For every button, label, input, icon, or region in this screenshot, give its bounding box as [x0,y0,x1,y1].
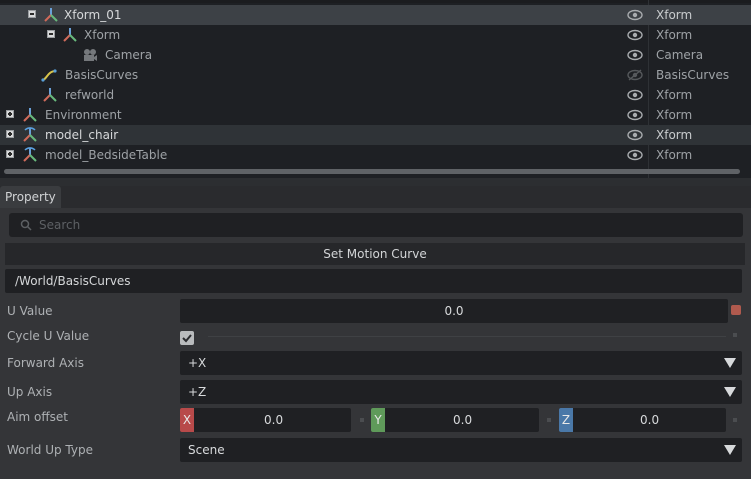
tree-row-label: Environment [45,108,122,122]
tree-row-model-bedsidetable[interactable]: model_BedsideTable Xform [0,145,751,165]
tree-row-type: BasisCurves [656,68,730,82]
tree-row-model-chair[interactable]: model_chair Xform [0,125,751,145]
tree-row-camera[interactable]: Camera Camera [0,45,751,65]
expand-toggle[interactable] [6,150,14,158]
aim-offset-x-field[interactable]: X 0.0 [180,408,351,432]
visibility-eye-icon[interactable] [627,129,643,141]
u-value-field[interactable]: 0.0 [180,299,728,323]
visibility-eye-icon[interactable] [627,29,643,41]
world-up-type-dropdown[interactable]: Scene [180,438,742,462]
visibility-eye-icon[interactable] [627,109,643,121]
tree-row-xform[interactable]: Xform Xform [0,25,751,45]
aim-offset-label: Aim offset [7,410,68,424]
tree-row-label: refworld [65,88,115,102]
forward-axis-dropdown[interactable]: +X [180,351,742,375]
tab-property[interactable]: Property [0,186,61,208]
expand-toggle[interactable] [6,110,14,118]
forward-axis-label: Forward Axis [7,356,84,370]
checkmark-icon [182,334,192,343]
tree-row-type: Xform [656,128,693,142]
dropdown-arrow-icon [724,387,736,397]
xform-icon [44,8,58,22]
tree-row-basiscurves[interactable]: BasisCurves BasisCurves [0,65,751,85]
up-axis-value: +Z [188,385,207,399]
collapse-toggle[interactable] [28,10,36,18]
expand-toggle[interactable] [6,130,14,138]
handle-icon [733,333,737,337]
xform-icon [63,28,77,42]
up-axis-label: Up Axis [7,385,53,399]
u-value-label: U Value [7,304,53,318]
tree-row-type: Xform [656,88,693,102]
tree-row-refworld[interactable]: refworld Xform [0,85,751,105]
field-separator [547,418,551,422]
aim-offset-y-value: 0.0 [453,413,473,427]
visibility-eye-icon[interactable] [627,89,643,101]
reference-xform-icon [23,147,37,162]
tree-row-label: Xform_01 [64,8,122,22]
tree-row-label: model_chair [45,128,119,142]
search-placeholder: Search [39,218,81,232]
camera-icon [84,49,97,61]
tree-row-type: Xform [656,108,693,122]
horizontal-scrollbar[interactable] [4,169,740,174]
tree-row-label: BasisCurves [65,68,139,82]
field-separator [733,418,737,422]
cycle-u-value-label: Cycle U Value [7,329,90,343]
aim-offset-z-value: 0.0 [640,413,660,427]
curve-icon [41,69,57,82]
tree-row-type: Xform [656,148,693,162]
tree-row-type: Xform [656,8,693,22]
search-icon [20,219,32,231]
world-up-type-label: World Up Type [7,443,93,457]
dropdown-arrow-icon [724,358,736,368]
z-axis-tag: Z [559,408,573,432]
xform-icon [43,88,57,102]
aim-offset-x-value: 0.0 [264,413,284,427]
clipped-row [0,0,751,3]
tree-row-label: Xform [84,28,121,42]
field-separator [360,418,364,422]
cycle-u-value-checkbox[interactable] [180,331,194,345]
forward-axis-value: +X [188,356,207,370]
prim-path-field[interactable]: /World/BasisCurves [5,269,742,293]
aim-offset-z-field[interactable]: Z 0.0 [559,408,726,432]
x-axis-tag: X [180,408,194,432]
tree-row-environment[interactable]: Environment Xform [0,105,751,125]
visibility-eye-icon[interactable] [627,49,643,61]
tree-row-type: Xform [656,28,693,42]
world-up-type-value: Scene [188,443,225,457]
visibility-hidden-icon[interactable] [627,69,643,81]
tree-row-type: Camera [656,48,704,62]
tree-row-xform-01[interactable]: Xform_01 Xform [0,5,751,25]
collapse-toggle[interactable] [47,30,55,38]
reference-xform-icon [23,127,37,142]
section-header-set-motion-curve[interactable]: Set Motion Curve [5,243,745,265]
tree-row-label: model_BedsideTable [45,148,168,162]
up-axis-dropdown[interactable]: +Z [180,380,742,404]
stage-tree: Xform_01 Xform Xform Xform Camera Camera… [0,0,751,178]
divider [208,336,726,337]
y-axis-tag: Y [371,408,385,432]
reset-default-icon[interactable] [731,305,741,315]
aim-offset-y-field[interactable]: Y 0.0 [371,408,539,432]
tree-row-label: Camera [105,48,153,62]
search-input[interactable]: Search [9,213,743,237]
dropdown-arrow-icon [724,445,736,455]
visibility-eye-icon[interactable] [627,9,643,21]
xform-icon [23,108,37,122]
panel-splitter[interactable] [0,178,751,186]
visibility-eye-icon[interactable] [627,149,643,161]
